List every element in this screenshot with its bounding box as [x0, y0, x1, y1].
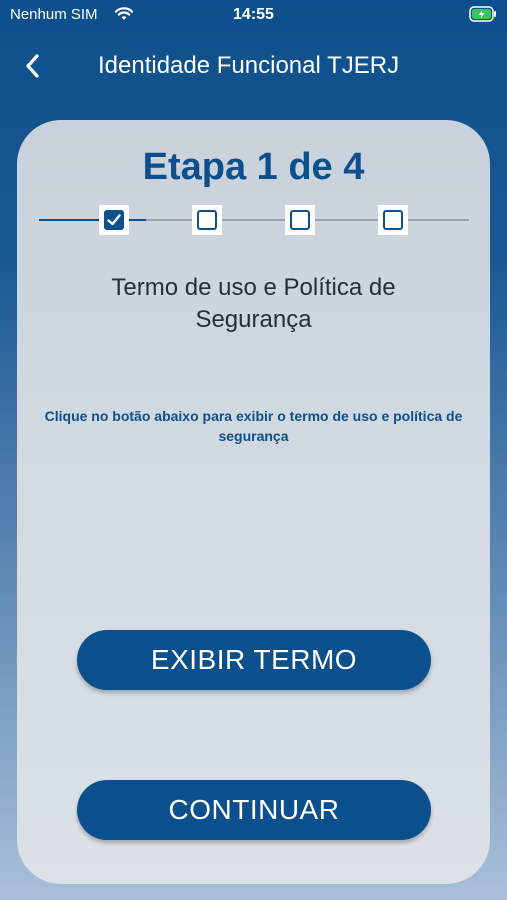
battery-charging-icon: [469, 6, 497, 22]
continue-button[interactable]: CONTINUAR: [77, 780, 431, 840]
step-title: Termo de uso e Política de Segurança: [111, 274, 396, 333]
show-terms-button[interactable]: EXIBIR TERMO: [77, 630, 431, 690]
wizard-card: Etapa 1 de 4 Termo de uso e Política de …: [17, 120, 490, 884]
step-counter: Etapa 1 de 4: [142, 146, 365, 188]
status-bar: Nenhum SIM 14:55: [0, 0, 507, 32]
page-title: Identidade Funcional TJERJ: [98, 52, 400, 79]
progress-line-done: [39, 219, 146, 221]
step-3-checkbox: [285, 205, 315, 235]
checkmark-icon: [107, 214, 121, 226]
step-2-checkbox: [192, 205, 222, 235]
step-1-checkbox: [99, 205, 129, 235]
step-4-checkbox: [378, 205, 408, 235]
step-progress: [39, 205, 469, 235]
instruction-text: Clique no botão abaixo para exibir o ter…: [44, 408, 463, 444]
clock: 14:55: [233, 6, 274, 23]
back-chevron-icon[interactable]: [18, 50, 50, 82]
navigation-bar: Identidade Funcional TJERJ: [0, 38, 507, 98]
